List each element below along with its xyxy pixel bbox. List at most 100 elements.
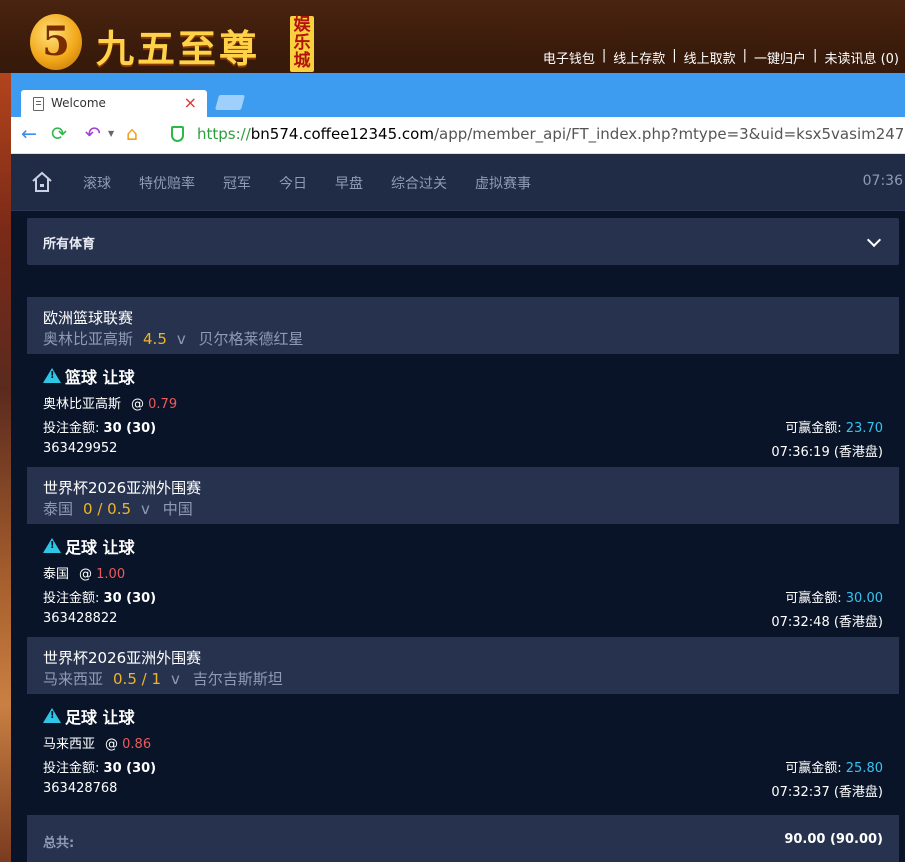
league-name: 欧洲篮球联赛 xyxy=(43,309,134,327)
ticket-number: 363429952 xyxy=(43,441,118,456)
match-header: 欧洲篮球联赛 奥林比亚高斯 4.5 v 贝尔格莱德红星 xyxy=(27,297,899,354)
odds-value: 0.79 xyxy=(148,397,178,412)
vs-label: v xyxy=(176,330,186,348)
home-icon[interactable]: ⌂ xyxy=(126,123,138,145)
separator: | xyxy=(672,48,677,63)
nav-item-today[interactable]: 今日 xyxy=(279,173,307,193)
chevron-down-icon[interactable]: ▼ xyxy=(108,129,114,138)
clock: 07:36 xyxy=(862,173,903,189)
bet-details: 篮球 让球 奥林比亚高斯 @ 0.79 投注金额: 30 (30) 可赢金额: 2… xyxy=(27,354,899,467)
site-logo-title[interactable]: 九五至尊 xyxy=(96,18,260,73)
url-field[interactable]: https://bn574.coffee12345.com/app/member… xyxy=(197,125,905,143)
total-summary: 总共: 90.00 (90.00) xyxy=(27,815,899,862)
total-value: 90.00 (90.00) xyxy=(784,832,883,847)
stake: 投注金额: 30 (30) xyxy=(43,587,156,606)
warning-icon xyxy=(43,537,61,553)
top-link-messages[interactable]: 未读讯息 (0) xyxy=(824,48,899,67)
vs-label: v xyxy=(171,670,180,688)
home-icon[interactable] xyxy=(31,171,53,193)
separator: | xyxy=(742,48,748,63)
bet-pick: 奥林比亚高斯 @ 0.79 xyxy=(43,393,177,412)
away-team: 吉尔吉斯斯坦 xyxy=(192,670,283,688)
top-link-ewallet[interactable]: 电子钱包 xyxy=(543,48,595,67)
browser-tab[interactable]: Welcome × xyxy=(21,90,207,117)
bet-type-label: 足球 让球 xyxy=(65,538,135,557)
handicap-line: 0 / 0.5 xyxy=(83,500,132,518)
win-amount: 23.70 xyxy=(845,421,883,436)
away-team: 贝尔格莱德红星 xyxy=(198,330,304,348)
handicap-line: 0.5 / 1 xyxy=(113,670,162,688)
secure-shield-icon[interactable] xyxy=(171,126,184,142)
close-tab-icon[interactable]: × xyxy=(184,93,197,112)
nav-item-best-odds[interactable]: 特优赔率 xyxy=(139,173,195,193)
handicap-line: 4.5 xyxy=(143,330,167,348)
main-nav: 滚球 特优赔率 冠军 今日 早盘 综合过关 虚拟赛事 07:36 xyxy=(11,154,905,211)
nav-item-virtual[interactable]: 虚拟赛事 xyxy=(475,173,531,193)
ticket-number: 363428768 xyxy=(43,781,118,796)
bet-time: 07:32:48 (香港盘) xyxy=(771,615,883,630)
nav-item-live[interactable]: 滚球 xyxy=(83,173,111,193)
top-link-deposit[interactable]: 线上存款 xyxy=(613,48,665,67)
site-logo-icon[interactable]: 5 xyxy=(30,14,82,70)
odds-value: 1.00 xyxy=(96,567,126,582)
bet-pick: 马来西亚 @ 0.86 xyxy=(43,733,151,752)
sport-filter-dropdown[interactable]: 所有体育 xyxy=(27,218,899,265)
at-symbol: @ xyxy=(79,567,93,582)
stake-label: 投注金额: xyxy=(43,421,100,436)
ticket-number: 363428822 xyxy=(43,611,118,626)
stake-amount: 30 (30) xyxy=(103,421,157,436)
at-symbol: @ xyxy=(105,737,119,752)
bet-details: 足球 让球 泰国 @ 1.00 投注金额: 30 (30) 可赢金额: 30.00… xyxy=(27,524,899,637)
league-name: 世界杯2026亚洲外围赛 xyxy=(43,479,202,497)
nav-item-parlay[interactable]: 综合过关 xyxy=(391,173,447,193)
warning-icon xyxy=(43,707,61,723)
league-name: 世界杯2026亚洲外围赛 xyxy=(43,649,202,667)
win-label: 可赢金额: xyxy=(785,421,842,436)
stake-amount: 30 (30) xyxy=(103,761,157,776)
url-path: /app/member_api/FT_index.php?mtype=3&uid… xyxy=(433,125,905,143)
bet-type-label: 篮球 让球 xyxy=(65,368,135,387)
sport-filter-label: 所有体育 xyxy=(43,237,96,252)
home-team: 马来西亚 xyxy=(43,670,104,688)
away-team: 中国 xyxy=(162,500,193,518)
background-artwork xyxy=(0,73,11,862)
new-tab-button[interactable] xyxy=(214,95,246,110)
stake-label: 投注金额: xyxy=(43,591,100,606)
at-symbol: @ xyxy=(131,397,145,412)
odds-value: 0.86 xyxy=(122,737,152,752)
separator: | xyxy=(813,48,818,63)
site-logo-tag: 娱乐城 xyxy=(290,16,314,72)
pick-team: 奥林比亚高斯 xyxy=(43,397,122,412)
document-icon xyxy=(33,97,44,111)
potential-win: 可赢金额: 25.80 xyxy=(785,757,883,776)
separator: | xyxy=(601,48,607,63)
url-host: bn574.coffee12345.com xyxy=(250,125,434,143)
nav-items: 滚球 特优赔率 冠军 今日 早盘 综合过关 虚拟赛事 xyxy=(83,173,559,193)
top-link-withdraw[interactable]: 线上取款 xyxy=(684,48,736,67)
bet-time: 07:32:37 (香港盘) xyxy=(771,785,883,800)
match-teams: 泰国 0 / 0.5 v 中国 xyxy=(43,498,193,519)
bet-details: 足球 让球 马来西亚 @ 0.86 投注金额: 30 (30) 可赢金额: 25.… xyxy=(27,694,899,807)
bet-card: 欧洲篮球联赛 奥林比亚高斯 4.5 v 贝尔格莱德红星 篮球 让球 奥林比亚高斯 @ … xyxy=(27,297,899,467)
bet-pick: 泰国 @ 1.00 xyxy=(43,563,125,582)
bet-time: 07:36:19 (香港盘) xyxy=(771,445,883,460)
nav-item-early[interactable]: 早盘 xyxy=(335,173,363,193)
win-label: 可赢金额: xyxy=(785,761,842,776)
back-arrow-icon[interactable]: ← xyxy=(21,123,37,145)
nav-item-outright[interactable]: 冠军 xyxy=(223,173,251,193)
win-amount: 25.80 xyxy=(845,761,883,776)
bet-type: 足球 让球 xyxy=(43,704,135,728)
bet-history-page: 滚球 特优赔率 冠军 今日 早盘 综合过关 虚拟赛事 07:36 所有体育 欧洲… xyxy=(11,154,905,862)
top-link-consolidate[interactable]: 一键归户 xyxy=(754,48,806,67)
bet-type-label: 足球 让球 xyxy=(65,708,135,727)
chevron-down-icon xyxy=(866,232,882,248)
bet-type: 足球 让球 xyxy=(43,534,135,558)
match-header: 世界杯2026亚洲外围赛 泰国 0 / 0.5 v 中国 xyxy=(27,467,899,524)
undo-icon[interactable]: ↶ xyxy=(85,123,101,145)
browser-window: Welcome × ← ⟳ ↶ ▼ ⌂ https://bn574.coffee… xyxy=(11,73,905,862)
match-header: 世界杯2026亚洲外围赛 马来西亚 0.5 / 1 v 吉尔吉斯斯坦 xyxy=(27,637,899,694)
stake: 投注金额: 30 (30) xyxy=(43,417,156,436)
reload-icon[interactable]: ⟳ xyxy=(51,123,67,145)
pick-team: 马来西亚 xyxy=(43,737,96,752)
site-header: 5 九五至尊 娱乐城 电子钱包 | 线上存款 | 线上取款 | 一键归户 | 未… xyxy=(0,0,905,73)
